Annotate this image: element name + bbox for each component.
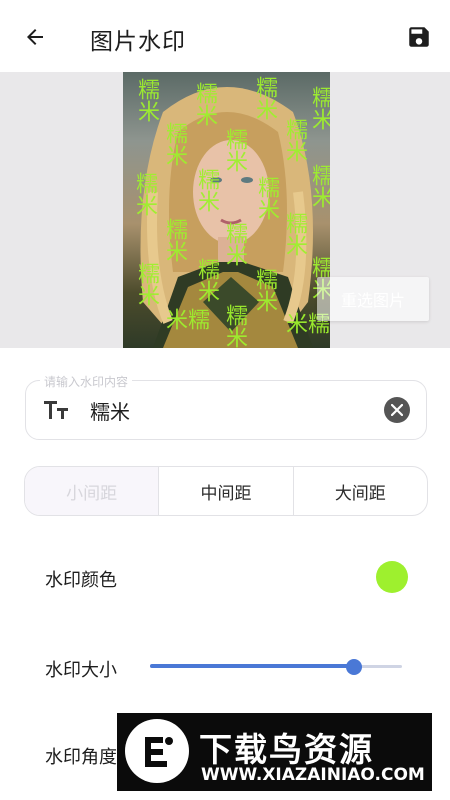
watermark-text-tile: 糯米 xyxy=(222,222,247,266)
watermark-color-swatch[interactable] xyxy=(376,561,408,593)
watermark-text-tile: 糯米 xyxy=(194,168,219,212)
watermark-text-label: 请输入水印内容 xyxy=(40,373,133,390)
watermark-text-tile: 糯米 xyxy=(192,82,217,126)
save-button[interactable] xyxy=(402,20,436,54)
watermark-text-tile: 糯米 xyxy=(222,304,247,348)
watermark-text-tile: 糯米 xyxy=(222,128,247,172)
watermark-overlay: 糯米 糯米 糯米 糯米 糯米 糯米 糯米 糯米 糯米 糯米 糯米 糯米 糯米 糯米 糯米 糯米 糯米 糯米 糯米 糯米… xyxy=(123,72,330,348)
watermark-text-input[interactable]: 糯米 xyxy=(90,396,130,425)
watermark-text-tile: 糯米 xyxy=(134,78,159,122)
slider-thumb[interactable] xyxy=(346,659,363,675)
back-button[interactable] xyxy=(18,20,52,54)
watermark-text-tile: 糯米 xyxy=(252,268,277,312)
spacing-option-small[interactable]: 小间距 xyxy=(25,467,159,515)
ad-title: 下载鸟资源 xyxy=(199,730,374,769)
ad-banner[interactable]: 下载鸟资源 WWW.XIAZAINIAO.COM xyxy=(117,713,432,791)
app-bar: 图片水印 xyxy=(0,0,450,72)
slider-fill xyxy=(150,664,355,668)
spacing-option-medium[interactable]: 中间距 xyxy=(158,467,292,515)
watermark-size-slider[interactable] xyxy=(150,658,402,676)
spacing-option-large[interactable]: 大间距 xyxy=(292,467,427,515)
watermark-text-tile: 糯米 xyxy=(162,308,209,330)
watermark-text-tile: 糯米 xyxy=(252,76,277,120)
image-preview-area: 糯米 糯米 糯米 糯米 糯米 糯米 糯米 糯米 糯米 糯米 糯米 糯米 糯米 糯米 糯米 糯米 糯米 糯米 糯米 糯米… xyxy=(0,72,450,348)
watermark-text-tile: 糯米 xyxy=(134,262,159,306)
watermark-text-tile: 糯米 xyxy=(162,122,187,166)
ad-url: WWW.XIAZAINIAO.COM xyxy=(201,765,425,785)
clear-circle-icon xyxy=(391,404,403,416)
reselect-image-button[interactable]: 重选图片 xyxy=(317,277,429,321)
text-size-icon xyxy=(44,401,68,419)
floppy-disk-icon xyxy=(409,27,429,47)
arrow-left-icon xyxy=(27,29,43,45)
watermark-text-tile: 糯米 xyxy=(308,164,330,208)
watermark-text-tile: 糯米 xyxy=(282,118,307,162)
page-title: 图片水印 xyxy=(90,29,186,55)
watermark-text-tile: 糯米 xyxy=(194,258,219,302)
watermark-text-tile: 糯米 xyxy=(308,86,330,130)
spacing-segmented-control: 小间距 中间距 大间距 xyxy=(24,466,428,516)
clear-text-button[interactable] xyxy=(384,397,410,423)
watermark-text-tile: 糯米 xyxy=(132,172,157,216)
watermark-text-tile: 糯米 xyxy=(282,212,307,256)
preview-photo: 糯米 糯米 糯米 糯米 糯米 糯米 糯米 糯米 糯米 糯米 糯米 糯米 糯米 糯米 糯米 糯米 糯米 糯米 糯米 糯米… xyxy=(123,72,330,348)
watermark-angle-label: 水印角度 xyxy=(45,747,117,768)
watermark-color-label: 水印颜色 xyxy=(45,570,117,591)
watermark-text-tile: 糯米 xyxy=(254,176,279,220)
watermark-text-tile: 糯米 xyxy=(162,218,187,262)
bird-logo xyxy=(125,719,189,783)
watermark-size-label: 水印大小 xyxy=(45,660,117,681)
